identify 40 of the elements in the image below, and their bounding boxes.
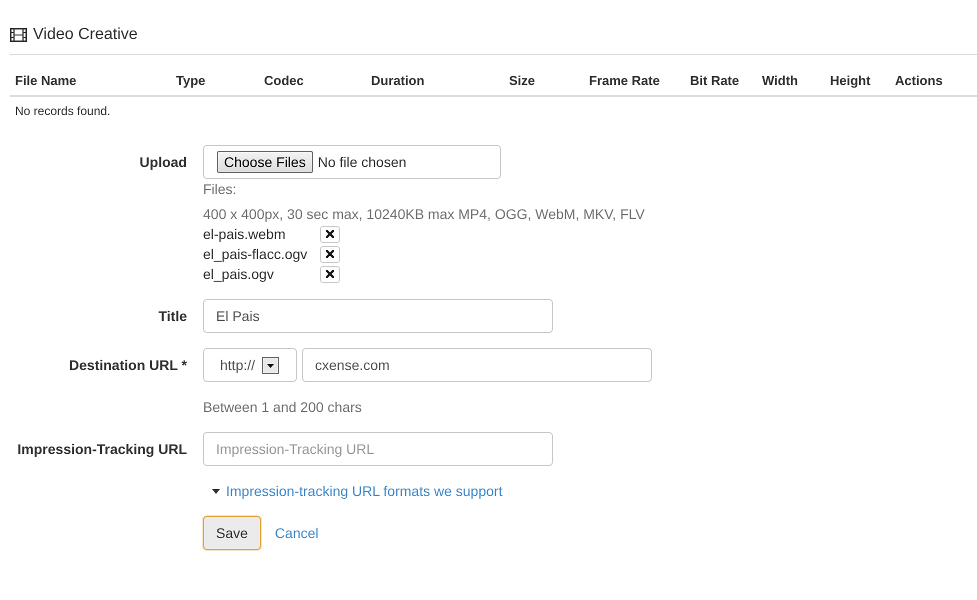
help-text: Between 1 and 200 chars — [203, 398, 362, 417]
column-header: Frame Rate — [588, 72, 661, 90]
field-label: Title — [158, 307, 187, 326]
caret-down-icon — [212, 488, 220, 494]
field-label: Upload — [140, 153, 187, 172]
file-status-text: No file chosen — [318, 153, 406, 172]
column-header: Size — [508, 72, 536, 90]
file-name: el_pais.ogv — [203, 265, 275, 284]
file-name: el-pais.webm — [203, 225, 286, 244]
text-input[interactable]: Impression-Tracking URL — [203, 432, 553, 466]
close-icon — [326, 230, 334, 238]
remove-file-button[interactable] — [320, 266, 340, 282]
remove-file-button[interactable] — [320, 226, 340, 242]
column-header: Bit Rate — [689, 72, 740, 90]
column-header: Duration — [370, 72, 426, 90]
close-icon — [326, 270, 334, 278]
close-icon — [326, 250, 334, 258]
column-header: Type — [175, 72, 206, 90]
url-input[interactable]: cxense.com — [302, 348, 652, 382]
field-label: Impression-Tracking URL — [17, 440, 187, 459]
column-header: Height — [829, 72, 872, 90]
files-label: Files: — [203, 180, 236, 199]
save-button[interactable]: Save — [203, 516, 261, 550]
file-name: el_pais-flacc.ogv — [203, 245, 308, 264]
choose-files-button[interactable]: Choose Files — [217, 151, 313, 173]
column-header: Codec — [263, 72, 305, 90]
column-header: Actions — [894, 72, 944, 90]
empty-table-message: No records found. — [14, 103, 112, 120]
help-text: 400 x 400px, 30 sec max, 10240KB max MP4, OGG, WebM, MKV, FLV — [203, 205, 645, 224]
remove-file-button[interactable] — [320, 246, 340, 262]
scheme-select[interactable]: http:// — [203, 348, 297, 382]
file-upload-field[interactable]: Choose Files No file chosen — [203, 145, 501, 179]
text-input[interactable]: El Pais — [203, 299, 553, 333]
cancel-link[interactable]: Cancel — [274, 523, 319, 543]
film-strip-icon — [10, 28, 27, 42]
column-header: File Name — [14, 72, 78, 90]
field-label: Destination URL * — [69, 356, 187, 375]
column-header: Width — [761, 72, 799, 90]
help-link[interactable]: Impression-tracking URL formats we support — [203, 481, 502, 501]
section-title: Video Creative — [33, 25, 138, 45]
